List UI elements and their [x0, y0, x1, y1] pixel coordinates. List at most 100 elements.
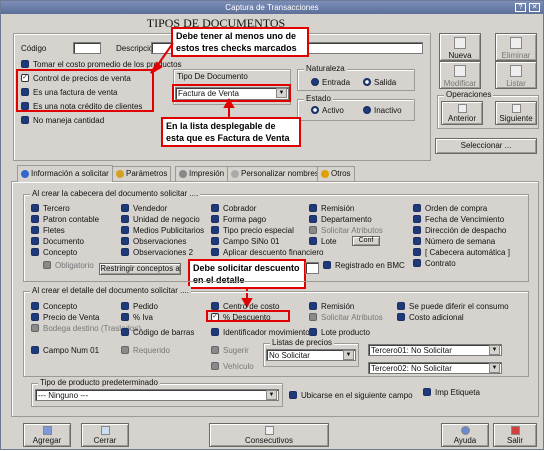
check-label: Observaciones [133, 236, 187, 246]
detalle-col2-check[interactable]: % Iva [121, 312, 153, 322]
consecutivos-button[interactable]: Consecutivos [209, 423, 329, 447]
cabecera-col5-check[interactable]: Orden de compra [413, 203, 487, 213]
cabecera-col5-check[interactable]: Fecha de Vencimiento [413, 214, 504, 224]
check-label: Departamento [321, 214, 372, 224]
check-label: Identificador movimiento [223, 327, 310, 337]
checkbox-icon [31, 302, 39, 310]
check-label: Campo Num 01 [43, 345, 100, 355]
detalle-col2-check[interactable]: Requerido [121, 345, 170, 355]
cabecera-col5-check[interactable]: Número de semana [413, 236, 495, 246]
chevron-down-icon: ▼ [489, 363, 500, 373]
detalle-col1-check[interactable]: Precio de Venta [31, 312, 99, 322]
detalle-col1-check[interactable]: Concepto [31, 301, 77, 311]
cabecera-col3-check[interactable]: Forma pago [211, 214, 266, 224]
cabecera-col2-check[interactable]: Unidad de negocio [121, 214, 200, 224]
detalle-col1-check[interactable]: Campo Num 01 [31, 345, 99, 355]
ubicarse-check[interactable]: Ubicarse en el siguiente campo [289, 390, 413, 400]
check-label: Solicitar Atributos [321, 312, 383, 322]
cabecera-col1-check[interactable]: Documento [31, 236, 84, 246]
checkbox-icon [31, 226, 39, 234]
cabecera-col4-check[interactable]: Solicitar Atributos [309, 225, 383, 235]
checkbox-icon [43, 261, 51, 269]
tab-parametros[interactable]: Parámetros [112, 166, 172, 181]
tab-personalizar[interactable]: Personalizar nombres [227, 166, 323, 181]
cabecera-col3-check[interactable]: Aplicar descuento financiero [211, 247, 324, 257]
checkbox-icon [397, 302, 405, 310]
salir-button[interactable]: Salir [493, 423, 537, 447]
checkbox-icon [309, 302, 317, 310]
cabecera-col5-check[interactable]: Dirección de despacho [413, 225, 506, 235]
button-label: Restringir conceptos a [100, 264, 180, 273]
tab-label: Información a solicitar [31, 169, 109, 178]
cabecera-col1-check[interactable]: Patron contable [31, 214, 99, 224]
tab-impresion[interactable]: Impresión [175, 166, 229, 181]
detalle-col3-check[interactable]: Identificador movimiento [211, 327, 310, 337]
cabecera-col3-check[interactable]: Tipo precio especial [211, 225, 294, 235]
cabecera-col2-check[interactable]: Vendedor [121, 203, 167, 213]
button-label: Cerrar [93, 436, 117, 445]
check-label: Imp Etiqueta [435, 387, 480, 397]
cabecera-col5-check[interactable]: Contrato [413, 258, 456, 268]
tab-informacion[interactable]: Información a solicitar [17, 165, 113, 182]
check-label: Documento [43, 236, 84, 246]
imp-etiqueta-check[interactable]: Imp Etiqueta [423, 387, 480, 397]
checkbox-icon [309, 204, 317, 212]
agregar-button[interactable]: Agregar [23, 423, 71, 447]
checkbox-icon [211, 328, 219, 336]
cabecera-col4-check[interactable]: Lote [309, 236, 337, 246]
cabecera-col2-check[interactable]: Observaciones [121, 236, 186, 246]
checkbox-icon [309, 215, 317, 223]
cabecera-col4-check[interactable]: Departamento [309, 214, 372, 224]
obligatorio-check[interactable]: Obligatorio [43, 260, 94, 270]
cabecera-col2-check[interactable]: Medios Publicitarios [121, 225, 204, 235]
checkbox-icon [121, 313, 129, 321]
listas-value: No Solicitar [269, 351, 310, 360]
detalle-col4-check[interactable]: Lote producto [309, 327, 370, 337]
ayuda-button[interactable]: Ayuda [441, 423, 489, 447]
detalle-legend: Al crear el detalle del documento solici… [30, 286, 191, 295]
registrado-bmc-check[interactable]: Registrado en BMC [323, 260, 405, 270]
save-icon [42, 426, 52, 435]
cabecera-col1-check[interactable]: Fletes [31, 225, 65, 235]
checkbox-icon [323, 261, 331, 269]
conf-button[interactable]: Conf [352, 236, 380, 246]
tab-otros[interactable]: Otros [317, 166, 355, 181]
checkbox-icon [309, 313, 317, 321]
tercero01-select[interactable]: Tercero01: No Solicitar ▼ [368, 344, 502, 356]
detalle-col5-check[interactable]: Se puede diferir el consumo [397, 301, 509, 311]
detalle-col4-check[interactable]: Remisión [309, 301, 354, 311]
detalle-col4-check[interactable]: Solicitar Atributos [309, 312, 383, 322]
cabecera-col1-check[interactable]: Concepto [31, 247, 77, 257]
detalle-col5-check[interactable]: Costo adicional [397, 312, 464, 322]
cerrar-button[interactable]: Cerrar [81, 423, 129, 447]
check-label: Número de semana [425, 236, 496, 246]
detalle-col2-check[interactable]: Código de barras [121, 327, 194, 337]
check-label: [ Cabecera automática ] [425, 247, 510, 257]
checkbox-icon [423, 388, 431, 396]
listas-precios-select[interactable]: No Solicitar ▼ [266, 349, 356, 361]
cabecera-extra-input[interactable] [305, 262, 319, 274]
cabecera-col4-check[interactable]: Remisión [309, 203, 354, 213]
detalle-col3-check[interactable]: Sugerir [211, 345, 249, 355]
check-label: Lote [321, 236, 337, 246]
cabecera-col5-check[interactable]: [ Cabecera automática ] [413, 247, 510, 257]
check-label: % Iva [133, 312, 154, 322]
cabecera-col1-check[interactable]: Tercero [31, 203, 70, 213]
restringir-button[interactable]: Restringir conceptos a [99, 263, 181, 275]
check-label: Concepto [43, 301, 78, 311]
checkbox-icon [211, 226, 219, 234]
detalle-col2-check[interactable]: Pedido [121, 301, 158, 311]
check-label: Fecha de Vencimiento [425, 214, 505, 224]
check-label: Forma pago [223, 214, 267, 224]
cabecera-col3-check[interactable]: Campo SiNo 01 [211, 236, 279, 246]
check-label: Vehículo [223, 361, 254, 371]
check-label: Registrado en BMC [335, 260, 405, 270]
detalle-col3-check[interactable]: Vehículo [211, 361, 254, 371]
tercero02-select[interactable]: Tercero02: No Solicitar ▼ [368, 362, 502, 374]
tipo-producto-select[interactable]: --- Ninguno --- ▼ [35, 389, 279, 401]
checkbox-icon [289, 391, 297, 399]
checkbox-icon [31, 248, 39, 256]
cabecera-col2-check[interactable]: Observaciones 2 [121, 247, 193, 257]
cabecera-col3-check[interactable]: Cobrador [211, 203, 256, 213]
other-icon [321, 170, 329, 178]
